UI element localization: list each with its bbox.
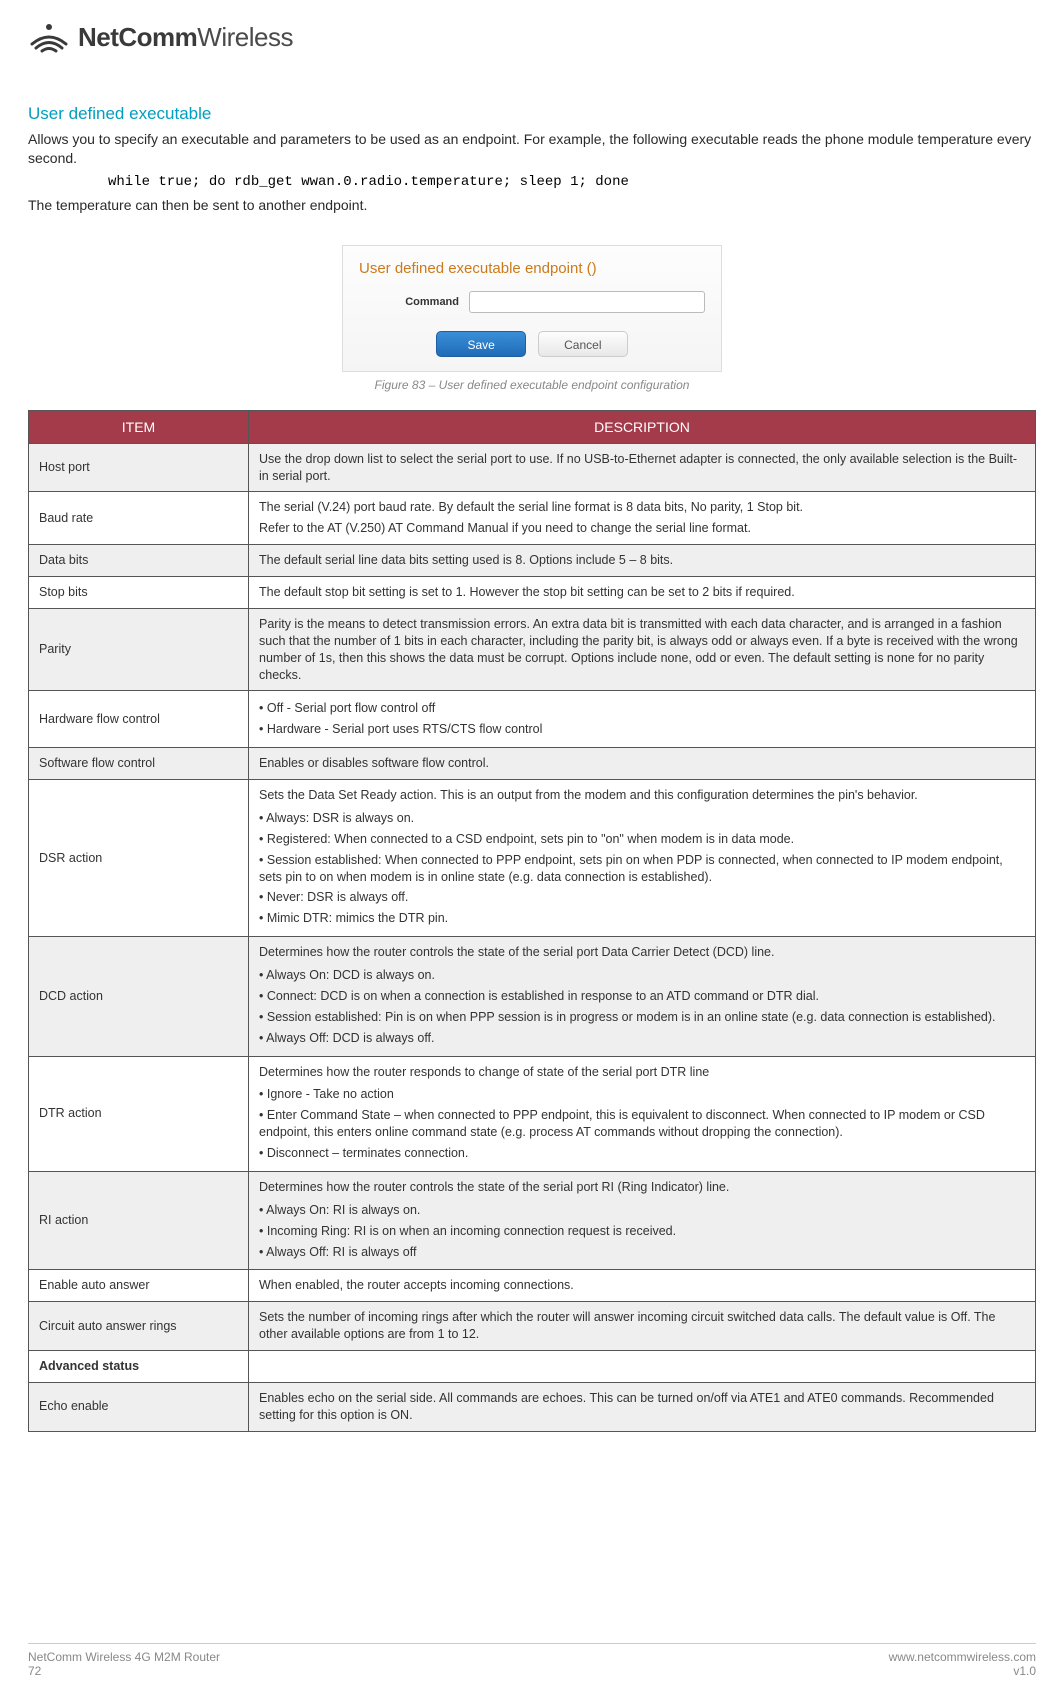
footer-version: v1.0 bbox=[889, 1664, 1036, 1678]
figure-caption: Figure 83 – User defined executable endp… bbox=[28, 378, 1036, 392]
table-row: Enable auto answerWhen enabled, the rout… bbox=[29, 1270, 1036, 1302]
table-row: Baud rateThe serial (V.24) port baud rat… bbox=[29, 492, 1036, 545]
section-heading: User defined executable bbox=[28, 104, 1036, 124]
col-header-item: ITEM bbox=[29, 410, 249, 443]
col-header-description: DESCRIPTION bbox=[249, 410, 1036, 443]
code-sample: while true; do rdb_get wwan.0.radio.temp… bbox=[108, 174, 1036, 190]
table-row: Host portUse the drop down list to selec… bbox=[29, 443, 1036, 492]
table-row: ParityParity is the means to detect tran… bbox=[29, 608, 1036, 691]
footer-url: www.netcommwireless.com bbox=[889, 1650, 1036, 1664]
table-row: Circuit auto answer ringsSets the number… bbox=[29, 1302, 1036, 1351]
logo-icon bbox=[28, 20, 70, 54]
table-row: DCD action Determines how the router con… bbox=[29, 937, 1036, 1056]
table-row: Echo enableEnables echo on the serial si… bbox=[29, 1382, 1036, 1431]
table-row: Software flow controlEnables or disables… bbox=[29, 748, 1036, 780]
table-row: Stop bitsThe default stop bit setting is… bbox=[29, 577, 1036, 609]
footer-product: NetComm Wireless 4G M2M Router bbox=[28, 1650, 220, 1664]
dialog-title: User defined executable endpoint () bbox=[343, 256, 721, 287]
figure-container: User defined executable endpoint () Comm… bbox=[28, 245, 1036, 392]
table-row: Advanced status bbox=[29, 1351, 1036, 1383]
table-row: DSR action Sets the Data Set Ready actio… bbox=[29, 780, 1036, 937]
table-row: RI action Determines how the router cont… bbox=[29, 1171, 1036, 1270]
save-button[interactable]: Save bbox=[436, 331, 526, 357]
parameters-table: ITEM DESCRIPTION Host portUse the drop d… bbox=[28, 410, 1036, 1432]
cancel-button[interactable]: Cancel bbox=[538, 331, 628, 357]
intro-paragraph-2: The temperature can then be sent to anot… bbox=[28, 196, 1036, 215]
footer-page-number: 72 bbox=[28, 1664, 220, 1678]
logo-text: NetCommWireless bbox=[78, 22, 293, 53]
command-label: Command bbox=[359, 296, 469, 308]
table-row: DTR action Determines how the router res… bbox=[29, 1056, 1036, 1171]
brand-logo: NetCommWireless bbox=[28, 20, 1036, 54]
command-input[interactable] bbox=[469, 291, 705, 313]
endpoint-dialog: User defined executable endpoint () Comm… bbox=[342, 245, 722, 372]
table-row: Hardware flow controlOff - Serial port f… bbox=[29, 691, 1036, 748]
table-row: Data bitsThe default serial line data bi… bbox=[29, 545, 1036, 577]
page-footer: NetComm Wireless 4G M2M Router 72 www.ne… bbox=[28, 1643, 1036, 1678]
intro-paragraph-1: Allows you to specify an executable and … bbox=[28, 130, 1036, 168]
